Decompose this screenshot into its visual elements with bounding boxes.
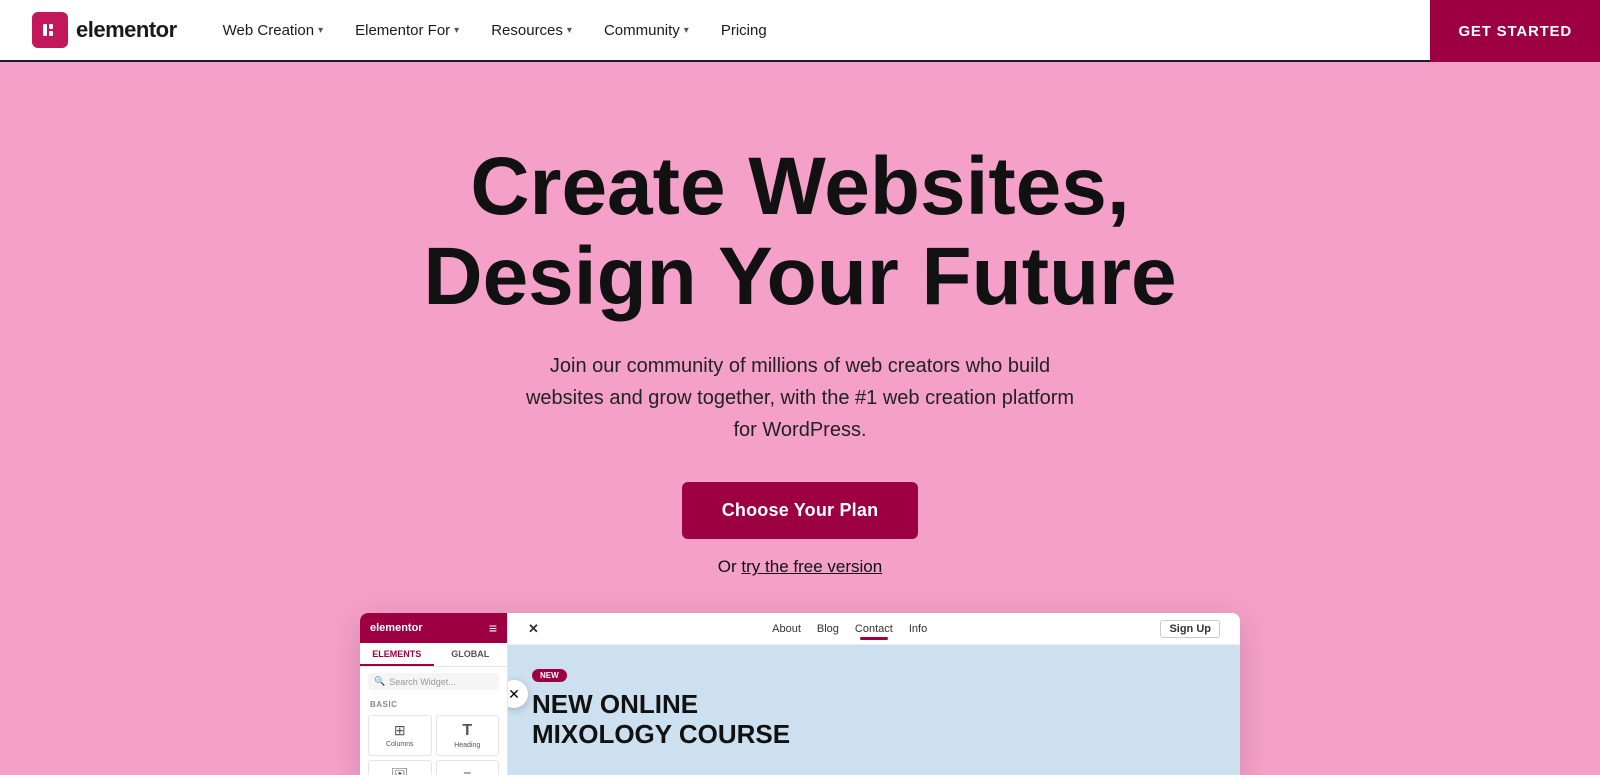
widgets-section-label: BASIC (360, 696, 507, 711)
preview-logo: ✕ (528, 621, 539, 637)
nav-label: Pricing (721, 22, 767, 39)
preview-title-line1: NEW ONLINE (532, 690, 1216, 720)
nav-label: Resources (491, 22, 563, 39)
preview-nav-about[interactable]: About (772, 623, 801, 635)
editor-topbar: elementor ≡ (360, 613, 507, 643)
columns-icon: ⊞ (394, 722, 406, 739)
nav-label: Web Creation (223, 22, 314, 39)
free-version-link[interactable]: try the free version (741, 557, 882, 576)
nav-item-pricing[interactable]: Pricing (707, 14, 781, 47)
nav-label: Elementor For (355, 22, 450, 39)
preview-title-line2: MIXOLOGY COURSE (532, 720, 1216, 750)
nav-right: LOGIN GET STARTED (1486, 14, 1568, 47)
logo[interactable]: elementor (32, 12, 177, 48)
widget-columns[interactable]: ⊞ Columns (368, 715, 432, 756)
preview-nav-blog[interactable]: Blog (817, 623, 839, 635)
widget-image[interactable]: 🖼 (368, 760, 432, 775)
widgets-grid: ⊞ Columns T Heading 🖼 ≡ (360, 711, 507, 775)
widget-text[interactable]: ≡ (436, 760, 500, 775)
preview-navbar: ✕ About Blog Contact Info Sign Up (508, 613, 1240, 645)
chevron-down-icon: ▾ (318, 25, 323, 36)
logo-text: elementor (76, 17, 177, 43)
nav-item-elementor-for[interactable]: Elementor For ▾ (341, 14, 473, 47)
hero-subtitle: Join our community of millions of web cr… (520, 350, 1080, 446)
free-version-link-container: Or try the free version (718, 557, 882, 577)
nav-item-web-creation[interactable]: Web Creation ▾ (209, 14, 337, 47)
navbar: elementor Web Creation ▾ Elementor For ▾… (0, 0, 1600, 62)
preview-nav-links: About Blog Contact Info (772, 623, 927, 635)
preview-nav-contact[interactable]: Contact (855, 623, 893, 635)
get-started-button[interactable]: GET STARTED (1430, 0, 1600, 62)
nav-item-community[interactable]: Community ▾ (590, 14, 703, 47)
nav-label: Community (604, 22, 680, 39)
search-icon: 🔍 (374, 676, 385, 687)
sub-link-prefix: Or (718, 557, 742, 576)
preview-hero-title: NEW ONLINE MIXOLOGY COURSE (532, 690, 1216, 750)
tab-elements[interactable]: ELEMENTS (360, 643, 434, 666)
widget-search[interactable]: 🔍 Search Widget... (368, 673, 499, 690)
widget-label: Columns (386, 741, 414, 748)
search-placeholder: Search Widget... (389, 677, 456, 687)
chevron-down-icon: ▾ (567, 25, 572, 36)
hero-title: Create Websites, Design Your Future (423, 142, 1176, 322)
text-icon: ≡ (463, 767, 471, 775)
preview-nav-cta[interactable]: Sign Up (1160, 620, 1220, 638)
widget-heading[interactable]: T Heading (436, 715, 500, 756)
hero-title-line2: Design Your Future (423, 231, 1176, 322)
nav-links: Web Creation ▾ Elementor For ▾ Resources… (209, 14, 1486, 47)
chevron-down-icon: ▾ (454, 25, 459, 36)
hero-section: Create Websites, Design Your Future Join… (0, 62, 1600, 775)
chevron-down-icon: ▾ (684, 25, 689, 36)
heading-icon: T (462, 722, 472, 740)
logo-icon (32, 12, 68, 48)
image-icon: 🖼 (391, 767, 409, 775)
tab-global[interactable]: GLOBAL (434, 643, 508, 666)
hero-title-line1: Create Websites, (470, 141, 1129, 232)
editor-tabs: ELEMENTS GLOBAL (360, 643, 507, 667)
editor-logo: elementor (370, 622, 423, 634)
preview-badge: NEW (532, 669, 567, 682)
nav-item-resources[interactable]: Resources ▾ (477, 14, 586, 47)
widget-label: Heading (454, 742, 480, 749)
preview-nav-info[interactable]: Info (909, 623, 927, 635)
preview-hero: NEW NEW ONLINE MIXOLOGY COURSE (508, 645, 1240, 770)
editor-menu-icon: ≡ (489, 620, 497, 636)
choose-plan-button[interactable]: Choose Your Plan (682, 482, 919, 539)
